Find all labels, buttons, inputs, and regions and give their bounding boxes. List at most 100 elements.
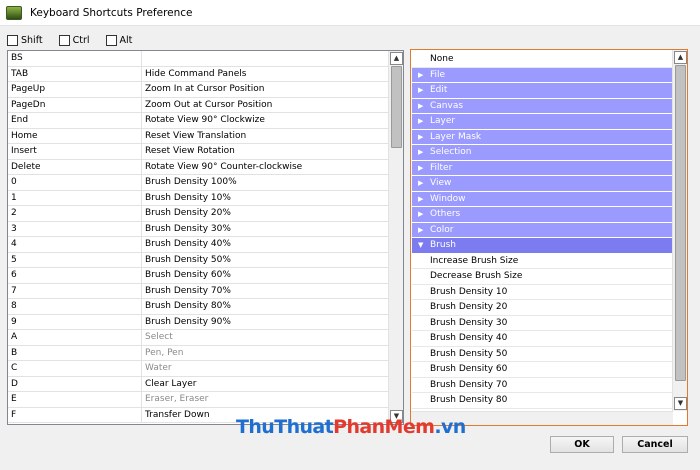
shortcut-row[interactable]: TAB Hide Command Panels xyxy=(8,66,389,82)
checkbox-icon[interactable] xyxy=(7,34,18,46)
command-tree-scrollbar[interactable]: ▲ ▼ xyxy=(672,50,687,411)
shortcut-row[interactable]: E Eraser, Eraser xyxy=(8,392,389,408)
expand-arrow-icon[interactable]: ▶ xyxy=(418,102,423,111)
command-item[interactable]: Increase Brush Size xyxy=(412,254,672,269)
shortcut-action: Reset View Translation xyxy=(141,128,387,144)
shortcut-key: PageUp xyxy=(11,84,46,94)
command-group[interactable]: ▶ Layer xyxy=(412,114,672,130)
command-group[interactable]: ▶ Color xyxy=(412,222,672,238)
shortcut-row[interactable]: Insert Reset View Rotation xyxy=(8,144,389,160)
shortcut-row[interactable]: 4 Brush Density 40% xyxy=(8,237,389,253)
expand-arrow-icon[interactable]: ▶ xyxy=(418,148,423,157)
command-item[interactable]: Brush Density 10 xyxy=(412,285,672,300)
watermark-part1: ThuThuat xyxy=(236,416,334,438)
shortcut-row[interactable]: A Select xyxy=(8,330,389,346)
expand-arrow-icon[interactable]: ▶ xyxy=(418,179,423,188)
command-group[interactable]: ▶ Others xyxy=(412,207,672,223)
shortcut-list[interactable]: BS TAB Hide Command Panels PageUp Zoom In at… xyxy=(7,50,404,425)
command-tree[interactable]: None ▶ File ▶ Edit ▶ Canvas ▶ Layer ▶ Layer Mask ▶ S… xyxy=(410,49,688,426)
checkbox-icon[interactable] xyxy=(58,34,70,46)
shortcut-key: 6 xyxy=(11,270,17,280)
shortcut-row[interactable]: 9 Brush Density 90% xyxy=(8,314,389,330)
watermark-part2: PhanMem xyxy=(333,416,435,438)
command-group[interactable]: ▶ File xyxy=(412,67,672,83)
shortcut-action: Pen, Pen xyxy=(141,345,387,361)
shortcut-row[interactable]: PageDn Zoom Out at Cursor Position xyxy=(8,97,389,113)
shortcut-action: Reset View Rotation xyxy=(141,144,387,159)
ok-button[interactable]: OK xyxy=(550,436,614,453)
command-item[interactable]: Brush Density 80 xyxy=(412,393,672,409)
shortcut-action: Brush Density 50% xyxy=(141,252,387,268)
shortcut-list-scrollbar[interactable]: ▲ ▼ xyxy=(388,51,403,424)
command-item[interactable]: Brush Density 40 xyxy=(412,331,672,347)
shortcut-action: Brush Density 20% xyxy=(141,206,387,221)
shortcut-action: Brush Density 60% xyxy=(141,268,387,283)
shortcut-row[interactable]: PageUp Zoom In at Cursor Position xyxy=(8,82,389,98)
command-item[interactable]: Brush Density 50 xyxy=(412,347,672,362)
scroll-thumb[interactable] xyxy=(391,66,402,148)
expand-arrow-icon[interactable]: ▶ xyxy=(418,71,423,80)
shift-checkbox[interactable]: Shift xyxy=(7,34,43,46)
command-group[interactable]: ▶ Canvas xyxy=(412,98,672,114)
alt-label: Alt xyxy=(119,34,133,46)
shortcut-row[interactable]: End Rotate View 90° Clockwize xyxy=(8,113,389,129)
scroll-thumb[interactable] xyxy=(675,65,686,381)
collapse-arrow-icon[interactable]: ▼ xyxy=(418,241,423,250)
command-item[interactable]: Brush Density 70 xyxy=(412,378,672,393)
command-group[interactable]: ▶ Selection xyxy=(412,145,672,161)
command-item[interactable]: Brush Density 60 xyxy=(412,362,672,378)
cancel-button[interactable]: Cancel xyxy=(622,436,688,453)
ctrl-checkbox[interactable]: Ctrl xyxy=(58,34,90,46)
expand-arrow-icon[interactable]: ▶ xyxy=(418,86,423,95)
scroll-up-icon[interactable]: ▲ xyxy=(674,51,687,64)
shortcut-action: Brush Density 80% xyxy=(141,299,387,314)
shortcut-row[interactable]: 1 Brush Density 10% xyxy=(8,190,389,206)
shortcut-row[interactable]: 2 Brush Density 20% xyxy=(8,206,389,222)
command-label: Brush Density 40 xyxy=(430,333,508,343)
scroll-down-icon[interactable]: ▼ xyxy=(674,397,687,410)
shortcut-key: 8 xyxy=(11,301,17,311)
shortcut-key: 7 xyxy=(11,285,17,296)
command-group[interactable]: ▶ Layer Mask xyxy=(412,129,672,145)
command-label: Brush Density 60 xyxy=(430,364,508,374)
shortcut-row[interactable]: Home Reset View Translation xyxy=(8,128,389,144)
shortcut-row[interactable]: C Water xyxy=(8,361,389,377)
scroll-up-icon[interactable]: ▲ xyxy=(390,52,403,65)
shortcut-row[interactable]: 3 Brush Density 30% xyxy=(8,221,389,237)
expand-arrow-icon[interactable]: ▶ xyxy=(418,133,423,142)
shortcut-key: C xyxy=(11,363,18,373)
command-item[interactable]: None xyxy=(412,52,672,68)
command-group[interactable]: ▶ View xyxy=(412,176,672,192)
shortcut-row[interactable]: 7 Brush Density 70% xyxy=(8,283,389,299)
shortcut-row[interactable]: 6 Brush Density 60% xyxy=(8,268,389,284)
command-label: Layer Mask xyxy=(430,131,482,142)
expand-arrow-icon[interactable]: ▶ xyxy=(418,226,423,235)
shortcut-row[interactable]: 8 Brush Density 80% xyxy=(8,299,389,315)
shortcut-row[interactable]: B Pen, Pen xyxy=(8,345,389,361)
alt-checkbox[interactable]: Alt xyxy=(105,34,133,46)
checkbox-icon[interactable] xyxy=(105,34,117,46)
shortcut-key: TAB xyxy=(11,68,29,79)
shortcut-row[interactable]: BS xyxy=(8,51,389,67)
shortcut-row[interactable]: Delete Rotate View 90° Counter-clockwise xyxy=(8,159,389,175)
command-item[interactable]: Decrease Brush Size xyxy=(412,269,672,285)
command-group[interactable]: ▶ Window xyxy=(412,191,672,207)
command-label: Brush xyxy=(430,240,456,250)
expand-arrow-icon[interactable]: ▶ xyxy=(418,195,423,204)
shortcut-row[interactable]: D Clear Layer xyxy=(8,376,389,392)
command-group[interactable]: ▶ Edit xyxy=(412,83,672,99)
expand-arrow-icon[interactable]: ▶ xyxy=(418,117,423,126)
expand-arrow-icon[interactable]: ▶ xyxy=(418,164,423,173)
shortcut-key: End xyxy=(11,115,29,125)
shortcut-key: BS xyxy=(11,53,23,63)
shortcut-row[interactable]: 5 Brush Density 50% xyxy=(8,252,389,268)
command-item[interactable]: Brush Density 30 xyxy=(412,316,672,331)
command-group[interactable]: ▶ Filter xyxy=(412,160,672,176)
shortcut-action: Zoom Out at Cursor Position xyxy=(141,97,387,113)
command-label: File xyxy=(430,69,446,80)
shortcut-row[interactable]: 0 Brush Density 100% xyxy=(8,175,389,191)
command-item[interactable]: Brush Density 20 xyxy=(412,300,672,316)
command-label: Brush Density 50 xyxy=(430,348,508,359)
expand-arrow-icon[interactable]: ▶ xyxy=(418,210,423,219)
command-group[interactable]: ▼ Brush xyxy=(412,238,672,254)
